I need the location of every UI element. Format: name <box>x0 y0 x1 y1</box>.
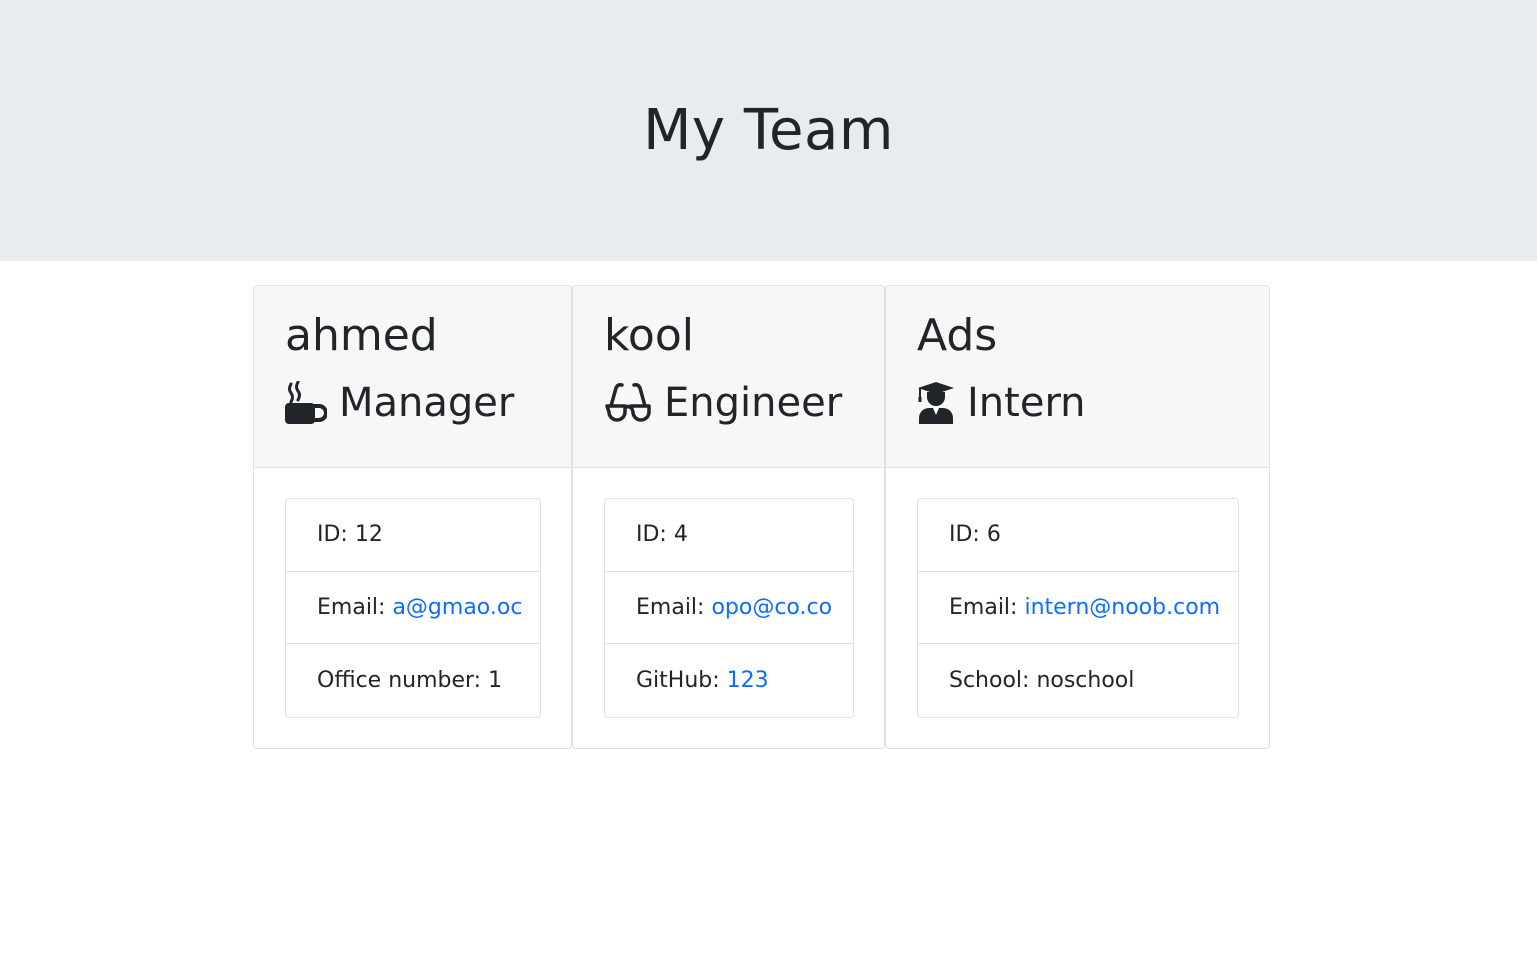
user-graduate-icon <box>917 381 955 425</box>
employee-card-intern: Ads Intern ID: 6 Email: intern@noob.com … <box>885 285 1270 749</box>
id-text: ID: 6 <box>949 522 1001 548</box>
github-label: GitHub: <box>636 667 720 693</box>
role-label: Intern <box>967 380 1086 426</box>
github: GitHub: 123 <box>605 644 853 717</box>
email-link[interactable]: intern@noob.com <box>1024 595 1220 620</box>
employee-role: Engineer <box>604 378 854 428</box>
email-label: Email: <box>636 594 705 620</box>
card-header: ahmed Manager <box>254 286 571 468</box>
card-header: kool Engineer <box>573 286 884 468</box>
employee-name: kool <box>604 310 694 361</box>
github-link[interactable]: 123 <box>727 668 769 693</box>
email-link[interactable]: opo@co.co <box>711 595 832 620</box>
details-list: ID: 4 Email: opo@co.co GitHub: 123 <box>604 498 854 718</box>
employee-role: Intern <box>917 378 1239 428</box>
details-list: ID: 6 Email: intern@noob.com School: nos… <box>917 498 1239 718</box>
employee-role: Manager <box>285 378 541 428</box>
employee-name: Ads <box>917 310 998 361</box>
employee-id: ID: 6 <box>918 499 1238 572</box>
glasses-icon <box>604 382 652 424</box>
employee-email: Email: opo@co.co <box>605 572 853 644</box>
page-header: My Team <box>0 0 1537 261</box>
card-body: ID: 6 Email: intern@noob.com School: nos… <box>886 468 1269 748</box>
employee-name: ahmed <box>285 310 438 361</box>
employee-email: Email: a@gmao.oc <box>286 572 540 644</box>
office-number: Office number: 1 <box>286 644 540 717</box>
page-title: My Team <box>643 97 894 163</box>
email-label: Email: <box>317 594 386 620</box>
mug-hot-icon <box>285 381 327 425</box>
role-label: Engineer <box>664 380 843 426</box>
card-body: ID: 4 Email: opo@co.co GitHub: 123 <box>573 468 884 748</box>
email-label: Email: <box>949 594 1018 620</box>
office-number-text: Office number: 1 <box>317 667 503 693</box>
employee-email: Email: intern@noob.com <box>918 572 1238 644</box>
card-header: Ads Intern <box>886 286 1269 468</box>
employee-card-manager: ahmed Manager ID: 12 Email: a@gmao.oc Of… <box>253 285 572 749</box>
team-cards: ahmed Manager ID: 12 Email: a@gmao.oc Of… <box>253 285 1270 749</box>
employee-card-engineer: kool Engineer ID: 4 Email: opo@co.co Git… <box>572 285 885 749</box>
role-label: Manager <box>339 380 515 426</box>
school-text: School: noschool <box>949 667 1135 693</box>
employee-id: ID: 12 <box>286 499 540 572</box>
id-text: ID: 12 <box>317 522 383 548</box>
details-list: ID: 12 Email: a@gmao.oc Office number: 1 <box>285 498 541 718</box>
card-body: ID: 12 Email: a@gmao.oc Office number: 1 <box>254 468 571 748</box>
email-link[interactable]: a@gmao.oc <box>392 595 522 620</box>
employee-id: ID: 4 <box>605 499 853 572</box>
school: School: noschool <box>918 644 1238 717</box>
id-text: ID: 4 <box>636 522 688 548</box>
